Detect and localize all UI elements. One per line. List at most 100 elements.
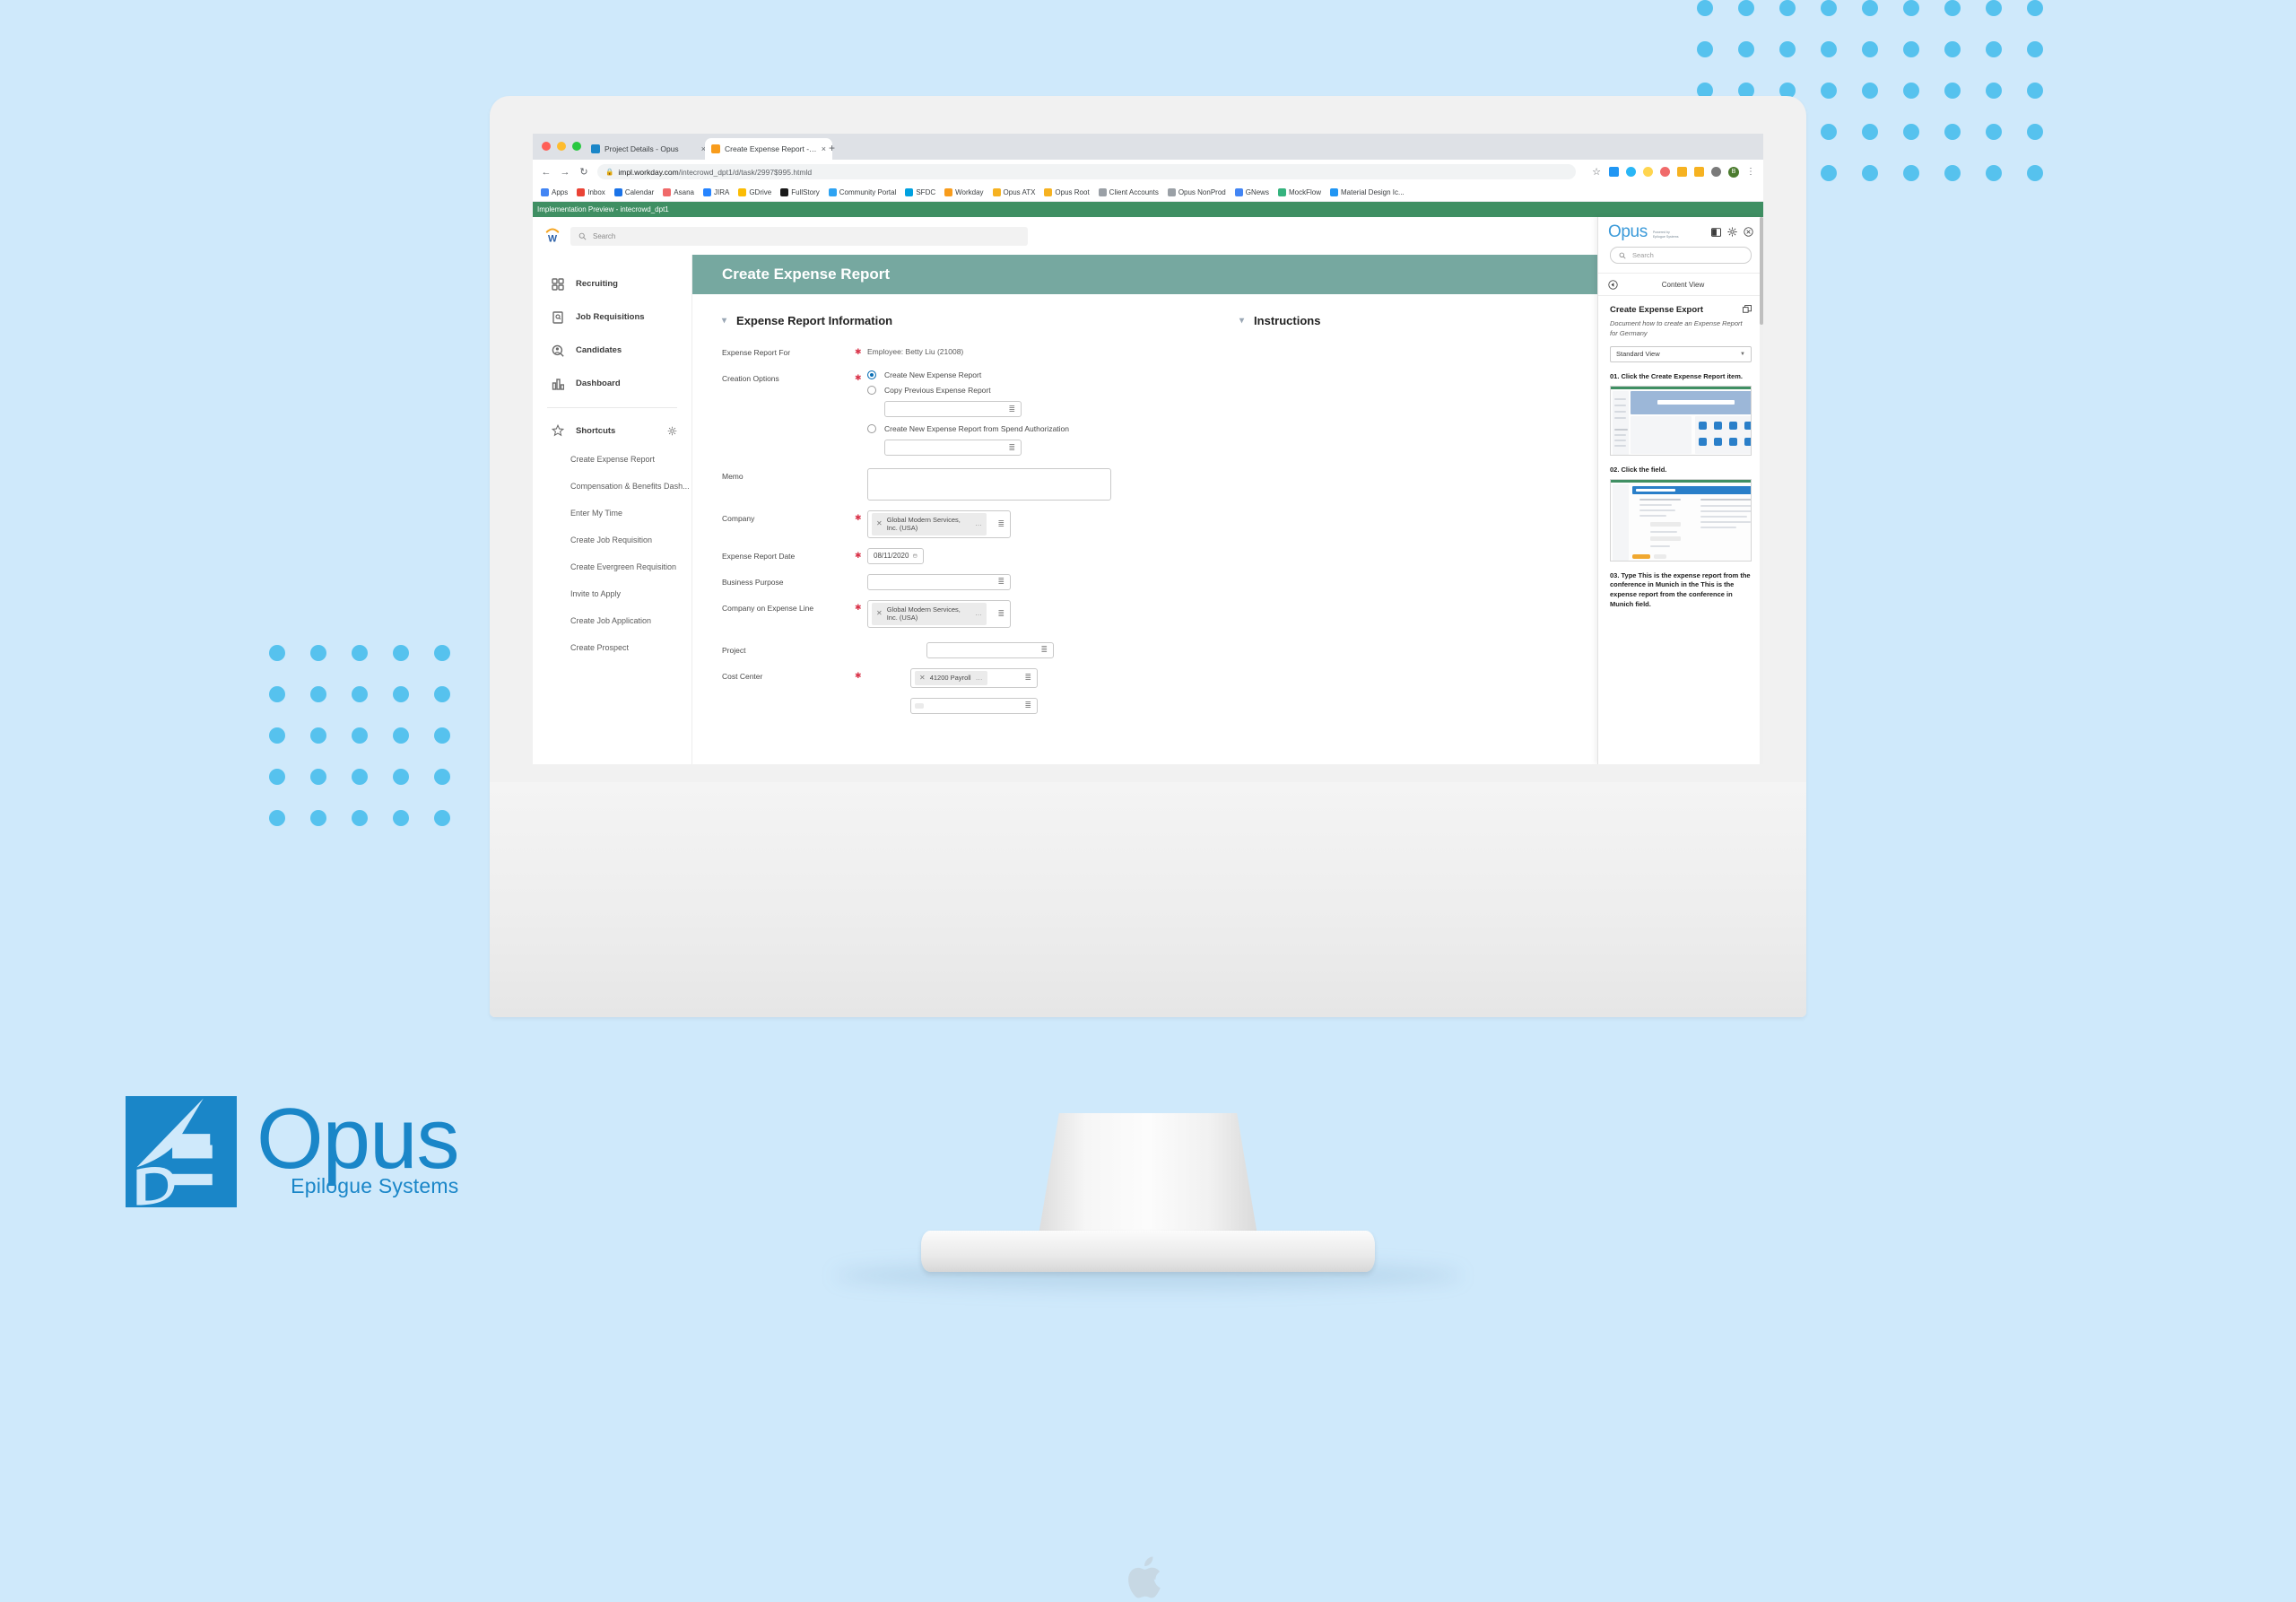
- selected-token[interactable]: ✕ 41200 Payroll …: [915, 670, 987, 685]
- sidebar-item-dashboard[interactable]: Dashboard: [533, 367, 691, 400]
- extension-icon-2[interactable]: [1626, 167, 1636, 177]
- chevron-down-icon[interactable]: ▾: [1239, 316, 1244, 326]
- list-menu-icon[interactable]: ≣: [1008, 405, 1015, 414]
- list-menu-icon[interactable]: ≣: [997, 578, 1004, 586]
- shortcut-link[interactable]: Invite to Apply: [533, 580, 691, 607]
- list-menu-icon[interactable]: ≣: [997, 609, 1004, 618]
- browser-tab-2[interactable]: Create Expense Report - Work ×: [705, 138, 832, 160]
- avatar[interactable]: B: [1728, 166, 1739, 178]
- chrome-menu-icon[interactable]: ⋮: [1746, 167, 1755, 177]
- opus-panel-scrollbar[interactable]: [1760, 217, 1763, 764]
- radio-button[interactable]: [867, 424, 876, 433]
- bookmark-item[interactable]: Client Accounts: [1098, 188, 1159, 196]
- selected-token[interactable]: ✕ Global Modern Services, Inc. (USA) …: [872, 513, 987, 535]
- radio-option-create-new[interactable]: Create New Expense Report: [867, 370, 1231, 379]
- maximize-window-button[interactable]: [572, 142, 581, 151]
- calendar-icon[interactable]: [913, 552, 918, 560]
- company-input[interactable]: ✕ Global Modern Services, Inc. (USA) … ≣: [867, 510, 1011, 538]
- workday-search-input[interactable]: Search: [570, 226, 1028, 246]
- shortcut-link[interactable]: Enter My Time: [533, 500, 691, 527]
- gear-icon[interactable]: [1727, 227, 1737, 237]
- copy-previous-expense-report-input[interactable]: ≣: [884, 401, 1022, 417]
- bookmark-item[interactable]: MockFlow: [1277, 188, 1321, 196]
- bookmark-item[interactable]: Workday: [944, 188, 984, 196]
- remove-token-icon[interactable]: ✕: [919, 674, 926, 683]
- section-header-expense-report-information[interactable]: ▾ Expense Report Information: [722, 314, 1231, 327]
- opus-step-2-screenshot[interactable]: [1610, 478, 1752, 562]
- extension-icon-6[interactable]: [1694, 167, 1704, 177]
- radio-option-copy-previous[interactable]: Copy Previous Expense Report: [867, 386, 1231, 395]
- bookmark-item[interactable]: Apps: [541, 188, 568, 196]
- address-bar[interactable]: 🔒 impl.workday.com/intecrowd_dpt1/d/task…: [597, 164, 1576, 179]
- gear-icon[interactable]: [667, 426, 677, 436]
- scrollbar-thumb[interactable]: [1760, 217, 1763, 325]
- bookmark-item[interactable]: GDrive: [738, 188, 771, 196]
- bookmark-item[interactable]: Opus NonProd: [1167, 188, 1226, 196]
- sidebar-item-candidates[interactable]: Candidates: [533, 334, 691, 367]
- bookmark-item[interactable]: SFDC: [905, 188, 935, 196]
- shortcut-link[interactable]: Create Job Application: [533, 607, 691, 634]
- back-button[interactable]: ←: [541, 167, 552, 178]
- remove-token-icon[interactable]: ✕: [876, 519, 883, 528]
- list-menu-icon[interactable]: ≣: [1040, 646, 1048, 654]
- bookmark-item[interactable]: Calendar: [613, 188, 654, 196]
- chevron-down-icon[interactable]: ▾: [722, 316, 726, 326]
- chevron-down-icon[interactable]: ▼: [1740, 352, 1745, 357]
- popout-icon[interactable]: [1743, 305, 1752, 314]
- puzzle-icon[interactable]: [1711, 167, 1721, 177]
- bookmark-item[interactable]: Community Portal: [828, 188, 896, 196]
- extension-icon-5[interactable]: [1677, 167, 1687, 177]
- cost-center-input[interactable]: ✕ 41200 Payroll … ≣: [910, 667, 1038, 688]
- bookmark-item[interactable]: Opus Root: [1044, 188, 1090, 196]
- opus-view-select[interactable]: Standard View ▼: [1610, 345, 1752, 362]
- shortcut-link[interactable]: Compensation & Benefits Dash...: [533, 473, 691, 500]
- extension-icon-1[interactable]: [1609, 167, 1619, 177]
- spend-authorization-input[interactable]: ≣: [884, 440, 1022, 456]
- shortcut-link[interactable]: Create Prospect: [533, 634, 691, 661]
- panel-layout-icon[interactable]: [1711, 227, 1721, 237]
- window-traffic-lights[interactable]: [542, 142, 581, 151]
- remove-token-icon[interactable]: ✕: [876, 609, 883, 618]
- list-menu-icon[interactable]: ≣: [1024, 674, 1031, 682]
- list-menu-icon[interactable]: ≣: [1024, 701, 1031, 710]
- shortcut-link[interactable]: Create Expense Report: [533, 446, 691, 473]
- forward-button[interactable]: →: [560, 167, 570, 178]
- company-on-expense-line-input[interactable]: ✕ Global Modern Services, Inc. (USA) … ≣: [867, 599, 1011, 628]
- selected-token[interactable]: ✕ Global Modern Services, Inc. (USA) …: [872, 602, 987, 625]
- star-icon[interactable]: ☆: [1591, 166, 1602, 178]
- extension-icon-3[interactable]: [1643, 167, 1653, 177]
- memo-textarea[interactable]: [867, 468, 1111, 501]
- radio-button[interactable]: [867, 370, 876, 379]
- list-menu-icon[interactable]: ≣: [997, 519, 1004, 528]
- bookmark-item[interactable]: Material Design Ic...: [1329, 188, 1405, 196]
- tab-close-icon[interactable]: ×: [822, 144, 826, 153]
- minimize-window-button[interactable]: [557, 142, 566, 151]
- token-overflow-icon[interactable]: …: [975, 609, 982, 618]
- bookmark-item[interactable]: GNews: [1234, 188, 1269, 196]
- bookmark-item[interactable]: Inbox: [577, 188, 605, 196]
- bookmark-item[interactable]: Asana: [663, 188, 694, 196]
- radio-button[interactable]: [867, 386, 876, 395]
- workday-logo-icon[interactable]: W: [544, 227, 561, 245]
- expense-report-date-input[interactable]: 08/11/2020: [867, 547, 924, 564]
- close-icon[interactable]: [1744, 227, 1753, 237]
- shortcut-link[interactable]: Create Job Requisition: [533, 527, 691, 553]
- sidebar-item-job-requisitions[interactable]: Job Requisitions: [533, 300, 691, 334]
- radio-option-from-spend-authorization[interactable]: Create New Expense Report from Spend Aut…: [867, 424, 1231, 433]
- next-field-input[interactable]: ≣: [910, 697, 1038, 714]
- shortcut-link[interactable]: Create Evergreen Requisition: [533, 553, 691, 580]
- reload-button[interactable]: ↻: [578, 166, 589, 178]
- shortcuts-header[interactable]: Shortcuts: [533, 415, 691, 446]
- sidebar-item-recruiting[interactable]: Recruiting: [533, 267, 691, 300]
- opus-search-input[interactable]: Search: [1610, 247, 1752, 264]
- close-window-button[interactable]: [542, 142, 551, 151]
- bookmark-item[interactable]: Opus ATX: [992, 188, 1035, 196]
- browser-tab-1[interactable]: Project Details - Opus ×: [585, 138, 712, 160]
- token-overflow-icon[interactable]: …: [975, 519, 982, 528]
- project-input[interactable]: ≣: [926, 641, 1054, 658]
- bookmark-item[interactable]: JIRA: [702, 188, 729, 196]
- list-menu-icon[interactable]: ≣: [1008, 443, 1015, 452]
- back-circle-icon[interactable]: [1608, 279, 1618, 290]
- opus-step-1-screenshot[interactable]: [1610, 385, 1752, 456]
- business-purpose-input[interactable]: ≣: [867, 573, 1011, 590]
